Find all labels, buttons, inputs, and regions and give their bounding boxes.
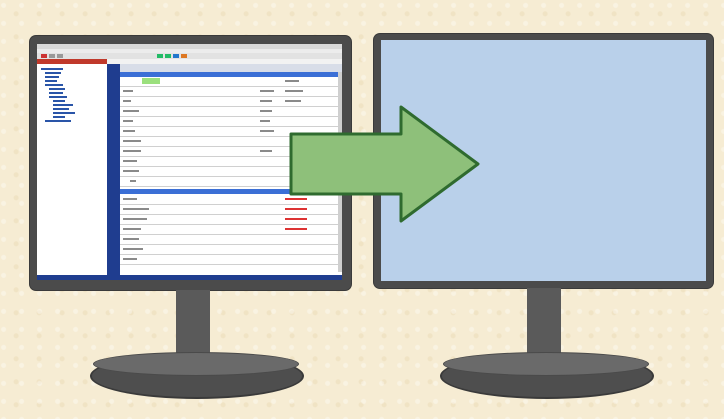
tree-node	[45, 76, 59, 78]
toolbar-icon	[41, 54, 47, 58]
tree-node	[49, 88, 65, 90]
grid-cell	[123, 150, 141, 152]
grid-cell	[123, 130, 135, 132]
tree-node	[49, 96, 67, 98]
grid-cell	[260, 130, 274, 132]
grid-cell	[123, 248, 143, 250]
grid-cell	[260, 120, 270, 122]
tree-node	[41, 68, 63, 70]
table-row	[120, 87, 342, 97]
tree-node	[53, 104, 73, 106]
grid-cell	[123, 258, 137, 260]
table-row	[120, 255, 342, 265]
table-row	[120, 235, 342, 245]
left-monitor-base-top	[93, 352, 299, 376]
table-row	[120, 225, 342, 235]
toolbar-icon	[49, 54, 55, 58]
grid-cell	[123, 120, 133, 122]
grid-cell	[123, 238, 139, 240]
tree-node	[45, 84, 63, 86]
grid-cell	[123, 100, 131, 102]
grid-cell	[123, 218, 147, 220]
grid-cell	[123, 170, 139, 172]
toolbar-icon	[173, 54, 179, 58]
left-monitor-neck	[176, 290, 210, 356]
grid-cell	[123, 110, 139, 112]
grid-cell	[285, 80, 299, 82]
table-row	[120, 77, 342, 87]
grid-cell	[285, 90, 303, 92]
toolbar-icon	[181, 54, 187, 58]
app-statusbar	[37, 275, 342, 280]
tree-node	[49, 92, 63, 94]
toolbar-icon	[165, 54, 171, 58]
grid-cell	[142, 78, 160, 84]
right-monitor-neck	[527, 288, 561, 356]
right-arrow-icon	[289, 105, 480, 223]
table-row	[120, 245, 342, 255]
app-tree-panel	[37, 64, 108, 280]
grid-cell	[260, 150, 272, 152]
tree-node	[53, 108, 69, 110]
grid-cell	[260, 90, 274, 92]
grid-cell	[123, 160, 137, 162]
grid-cell	[123, 90, 133, 92]
grid-cell	[123, 208, 149, 210]
tree-node	[53, 112, 75, 114]
tree-node	[45, 120, 71, 122]
grid-cell	[285, 100, 301, 102]
app-vertical-tabs	[107, 64, 120, 280]
tree-node	[45, 80, 57, 82]
right-monitor-base-top	[443, 352, 649, 376]
grid-cell	[130, 180, 136, 182]
grid-cell	[285, 228, 307, 230]
grid-cell	[123, 198, 137, 200]
tree-node	[53, 116, 65, 118]
grid-header	[120, 64, 342, 72]
grid-cell	[260, 100, 272, 102]
toolbar-icon	[157, 54, 163, 58]
grid-cell	[123, 140, 141, 142]
grid-cell	[123, 228, 141, 230]
grid-cell	[260, 110, 272, 112]
tree-node	[45, 72, 61, 74]
arrow-shape	[289, 105, 480, 223]
tree-node	[53, 100, 65, 102]
toolbar-icon	[57, 54, 63, 58]
